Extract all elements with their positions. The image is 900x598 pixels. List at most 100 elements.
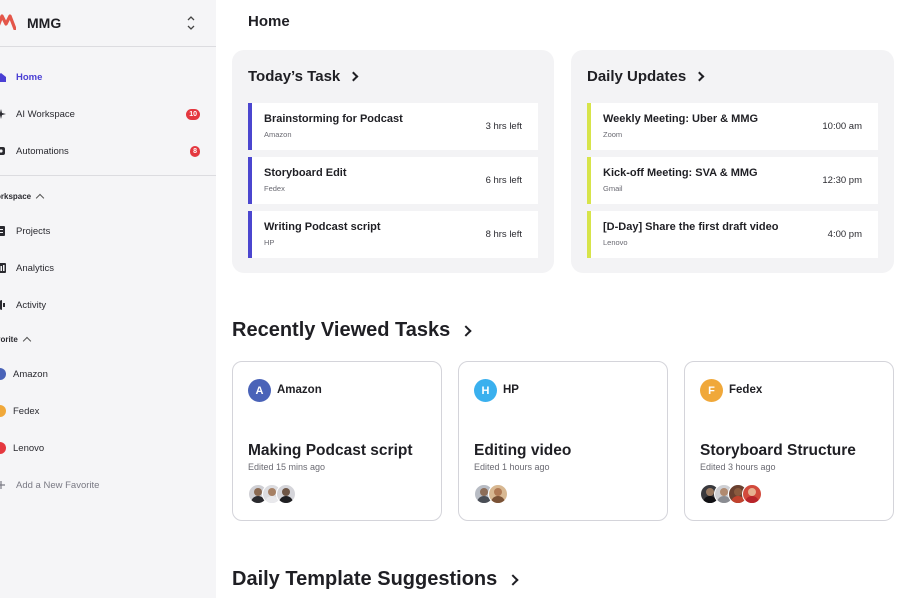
daily-updates-panel: Daily Updates Weekly Meeting: Uber & MMG… — [571, 50, 894, 273]
task-row[interactable]: Brainstorming for Podcast Amazon 3 hrs l… — [248, 103, 538, 150]
sidebar-item-label: Home — [16, 71, 43, 83]
sidebar-item-home[interactable]: Home — [0, 62, 216, 92]
plus-icon — [0, 481, 5, 489]
sidebar-item-label: Projects — [16, 225, 51, 237]
favorite-item-fedex[interactable]: Fedex — [0, 396, 216, 426]
sidebar-item-label: Automations — [16, 145, 69, 157]
page-title: Home — [248, 13, 290, 30]
collaborator-avatars — [248, 484, 296, 506]
panel-title: Today’s Task — [248, 68, 341, 85]
org-avatar: A — [248, 379, 271, 402]
avatar — [488, 484, 508, 504]
update-row[interactable]: Weekly Meeting: Uber & MMG Zoom 10:00 am — [587, 103, 878, 150]
chevron-right-icon — [460, 324, 472, 337]
update-time: 10:00 am — [822, 121, 862, 132]
workspace-switcher[interactable]: MMG — [0, 0, 216, 47]
update-title: [D-Day] Share the first draft video — [603, 221, 779, 233]
notification-badge: 10 — [186, 108, 200, 120]
task-time-left: 3 hrs left — [485, 121, 522, 132]
collaborator-avatars — [474, 484, 508, 506]
task-client: Amazon — [264, 130, 292, 139]
update-title: Weekly Meeting: Uber & MMG — [603, 113, 759, 125]
sidebar-item-projects[interactable]: Projects — [0, 216, 216, 246]
favorite-color-dot — [0, 405, 6, 417]
recent-task-card[interactable]: A Amazon Making Podcast script Edited 15… — [232, 361, 442, 521]
sidebar-item-activity[interactable]: Activity — [0, 290, 216, 320]
add-favorite-label: Add a New Favorite — [16, 479, 100, 491]
update-source: Zoom — [603, 130, 623, 139]
update-row[interactable]: [D-Day] Share the first draft video Leno… — [587, 211, 878, 258]
daily-updates-title-link[interactable]: Daily Updates — [587, 68, 705, 85]
workspace-section-toggle[interactable]: orkspace — [0, 192, 45, 203]
favorite-section-toggle[interactable]: vorite — [0, 335, 32, 346]
recent-task-card[interactable]: H HP Editing video Edited 1 hours ago — [458, 361, 668, 521]
chevron-right-icon — [507, 573, 519, 586]
org-name: Fedex — [729, 384, 763, 396]
sidebar-item-label: AI Workspace — [16, 108, 75, 120]
section-heading: Daily Template Suggestions — [232, 568, 498, 590]
section-heading: Recently Viewed Tasks — [232, 319, 451, 341]
task-client: Fedex — [264, 184, 285, 193]
org-name: HP — [503, 384, 519, 396]
chevron-up-icon — [22, 336, 32, 346]
add-favorite-button[interactable]: Add a New Favorite — [0, 470, 216, 500]
sidebar-item-ai-workspace[interactable]: AI Workspace 10 — [0, 99, 216, 129]
org-avatar: F — [700, 379, 723, 402]
chevron-up-icon — [35, 193, 45, 203]
favorite-item-amazon[interactable]: Amazon — [0, 359, 216, 389]
avatar — [742, 484, 762, 504]
sidebar-item-label: Fedex — [13, 405, 40, 417]
section-title: orkspace — [0, 192, 32, 201]
task-client: HP — [264, 238, 275, 247]
update-row[interactable]: Kick-off Meeting: SVA & MMG Gmail 12:30 … — [587, 157, 878, 204]
favorite-color-dot — [0, 442, 6, 454]
update-source: Lenovo — [603, 238, 628, 247]
sidebar-item-analytics[interactable]: Analytics — [0, 253, 216, 283]
avatar — [276, 484, 296, 504]
activity-icon — [0, 300, 5, 310]
template-suggestions-link[interactable]: Daily Template Suggestions — [232, 568, 519, 591]
card-title: Making Podcast script — [248, 442, 413, 459]
task-row[interactable]: Writing Podcast script HP 8 hrs left — [248, 211, 538, 258]
panel-title: Daily Updates — [587, 68, 687, 85]
chevron-up-down-icon[interactable] — [186, 14, 196, 32]
mmg-logo-icon — [0, 14, 16, 30]
sidebar: MMG Home AI Workspace 10 Automations 8 o… — [0, 0, 216, 598]
task-row[interactable]: Storyboard Edit Fedex 6 hrs left — [248, 157, 538, 204]
sparkle-icon — [0, 109, 6, 119]
todays-task-title-link[interactable]: Today’s Task — [248, 68, 359, 85]
card-edited: Edited 1 hours ago — [474, 462, 550, 472]
collaborator-avatars — [700, 484, 762, 506]
chevron-right-icon — [348, 71, 359, 82]
task-time-left: 6 hrs left — [485, 175, 522, 186]
sidebar-item-label: Activity — [16, 299, 47, 311]
task-time-left: 8 hrs left — [485, 229, 522, 240]
sidebar-divider — [0, 175, 216, 176]
card-edited: Edited 15 mins ago — [248, 462, 326, 472]
task-title: Brainstorming for Podcast — [264, 113, 403, 125]
sidebar-item-automations[interactable]: Automations 8 — [0, 136, 216, 166]
card-title: Storyboard Structure — [700, 442, 856, 459]
update-time: 12:30 pm — [822, 175, 862, 186]
sidebar-item-label: Lenovo — [13, 442, 45, 454]
task-title: Storyboard Edit — [264, 167, 347, 179]
update-source: Gmail — [603, 184, 623, 193]
favorite-color-dot — [0, 368, 6, 380]
card-title: Editing video — [474, 442, 572, 459]
org-name: Amazon — [277, 384, 322, 396]
section-title: vorite — [0, 335, 18, 344]
notification-badge: 8 — [190, 145, 200, 157]
chevron-right-icon — [694, 71, 705, 82]
update-time: 4:00 pm — [827, 229, 862, 240]
favorite-item-lenovo[interactable]: Lenovo — [0, 433, 216, 463]
todays-task-panel: Today’s Task Brainstorming for Podcast A… — [232, 50, 554, 273]
recent-task-card[interactable]: F Fedex Storyboard Structure Edited 3 ho… — [684, 361, 894, 521]
recently-viewed-link[interactable]: Recently Viewed Tasks — [232, 319, 472, 342]
workspace-name: MMG — [27, 15, 62, 31]
org-avatar: H — [474, 379, 497, 402]
sidebar-item-label: Analytics — [16, 262, 55, 274]
automation-icon — [0, 147, 5, 155]
sidebar-item-label: Amazon — [13, 368, 48, 380]
update-title: Kick-off Meeting: SVA & MMG — [603, 167, 758, 179]
projects-icon — [0, 226, 5, 236]
